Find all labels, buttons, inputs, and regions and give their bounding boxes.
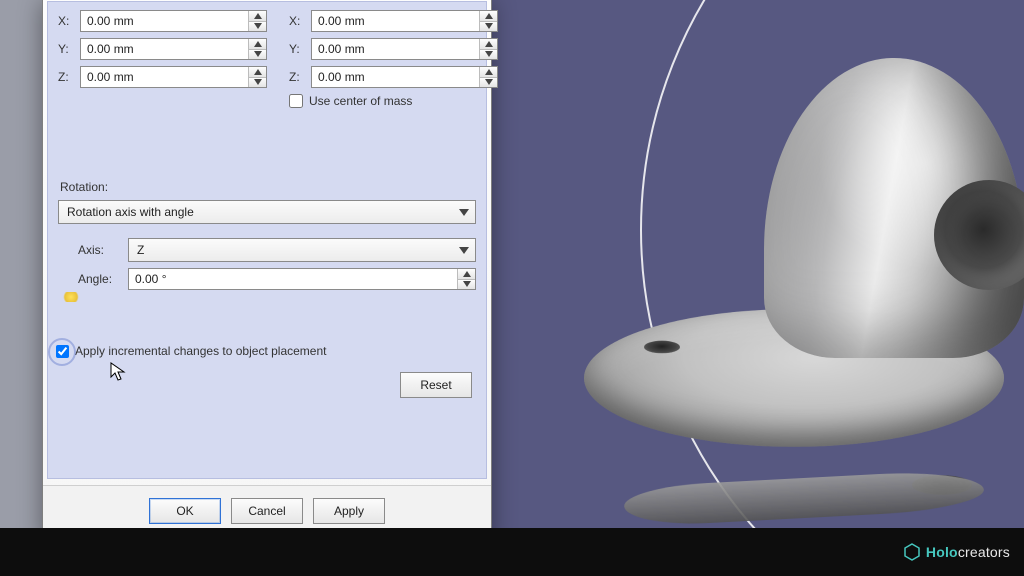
y-label: Y: <box>58 42 74 56</box>
step-up-icon[interactable] <box>249 39 266 49</box>
translate-y-left-input[interactable] <box>81 40 248 58</box>
placement-dialog: X: Y: <box>42 0 492 536</box>
axis-value: Z <box>137 243 144 257</box>
rotation-section: Rotation: Rotation axis with angle Axis:… <box>58 180 476 290</box>
x-label: X: <box>58 14 74 28</box>
center-of-mass-label: Use center of mass <box>309 94 412 108</box>
rotation-label: Rotation: <box>60 180 476 194</box>
step-up-icon[interactable] <box>249 11 266 21</box>
apply-button[interactable]: Apply <box>313 498 385 524</box>
cursor-icon <box>110 362 128 382</box>
step-down-icon[interactable] <box>480 77 497 88</box>
ok-button[interactable]: OK <box>149 498 221 524</box>
angle-field[interactable] <box>129 270 457 288</box>
translate-x-right-input[interactable] <box>312 12 479 30</box>
chevron-down-icon <box>459 243 469 257</box>
step-down-icon[interactable] <box>249 77 266 88</box>
cancel-button[interactable]: Cancel <box>231 498 303 524</box>
dialog-body: X: Y: <box>47 1 487 479</box>
hexagon-icon <box>904 543 920 561</box>
axis-label: Axis: <box>78 243 122 257</box>
z-label: Z: <box>289 70 305 84</box>
nav-circle <box>640 0 1024 576</box>
brand-suffix: creators <box>958 544 1010 560</box>
translate-z-left-input[interactable] <box>81 68 248 86</box>
translate-z-right-input[interactable] <box>312 68 479 86</box>
center-of-mass-checkbox[interactable] <box>289 94 303 108</box>
incremental-row: Apply incremental changes to object plac… <box>56 344 326 358</box>
reset-button[interactable]: Reset <box>400 372 472 398</box>
axis-select[interactable]: Z <box>128 238 476 262</box>
translate-y-left[interactable] <box>80 38 267 60</box>
z-label: Z: <box>58 70 74 84</box>
x-label: X: <box>289 14 305 28</box>
rotation-mode-select[interactable]: Rotation axis with angle <box>58 200 476 224</box>
step-down-icon[interactable] <box>249 49 266 60</box>
step-down-icon[interactable] <box>480 49 497 60</box>
angle-input[interactable] <box>128 268 476 290</box>
translate-z-left[interactable] <box>80 66 267 88</box>
highlight-star-icon <box>62 292 80 302</box>
brand-prefix: Holo <box>926 544 958 560</box>
left-margin <box>0 0 42 528</box>
rotation-mode-value: Rotation axis with angle <box>67 205 194 219</box>
incremental-checkbox[interactable] <box>56 345 69 358</box>
translate-z-right[interactable] <box>311 66 498 88</box>
translate-x-right[interactable] <box>311 10 498 32</box>
incremental-label: Apply incremental changes to object plac… <box>75 344 326 358</box>
step-down-icon[interactable] <box>480 21 497 32</box>
translate-x-left[interactable] <box>80 10 267 32</box>
step-down-icon[interactable] <box>458 279 475 290</box>
step-up-icon[interactable] <box>480 39 497 49</box>
translate-y-right-input[interactable] <box>312 40 479 58</box>
brand-logo: Holocreators <box>904 543 1010 561</box>
step-up-icon[interactable] <box>249 67 266 77</box>
angle-label: Angle: <box>78 272 122 286</box>
translate-y-right[interactable] <box>311 38 498 60</box>
step-up-icon[interactable] <box>458 269 475 279</box>
chevron-down-icon <box>459 205 469 219</box>
step-down-icon[interactable] <box>249 21 266 32</box>
bottom-bar: Holocreators <box>0 528 1024 576</box>
step-up-icon[interactable] <box>480 11 497 21</box>
translation-section: X: Y: <box>58 10 476 108</box>
y-label: Y: <box>289 42 305 56</box>
step-up-icon[interactable] <box>480 67 497 77</box>
translate-x-left-input[interactable] <box>81 12 248 30</box>
